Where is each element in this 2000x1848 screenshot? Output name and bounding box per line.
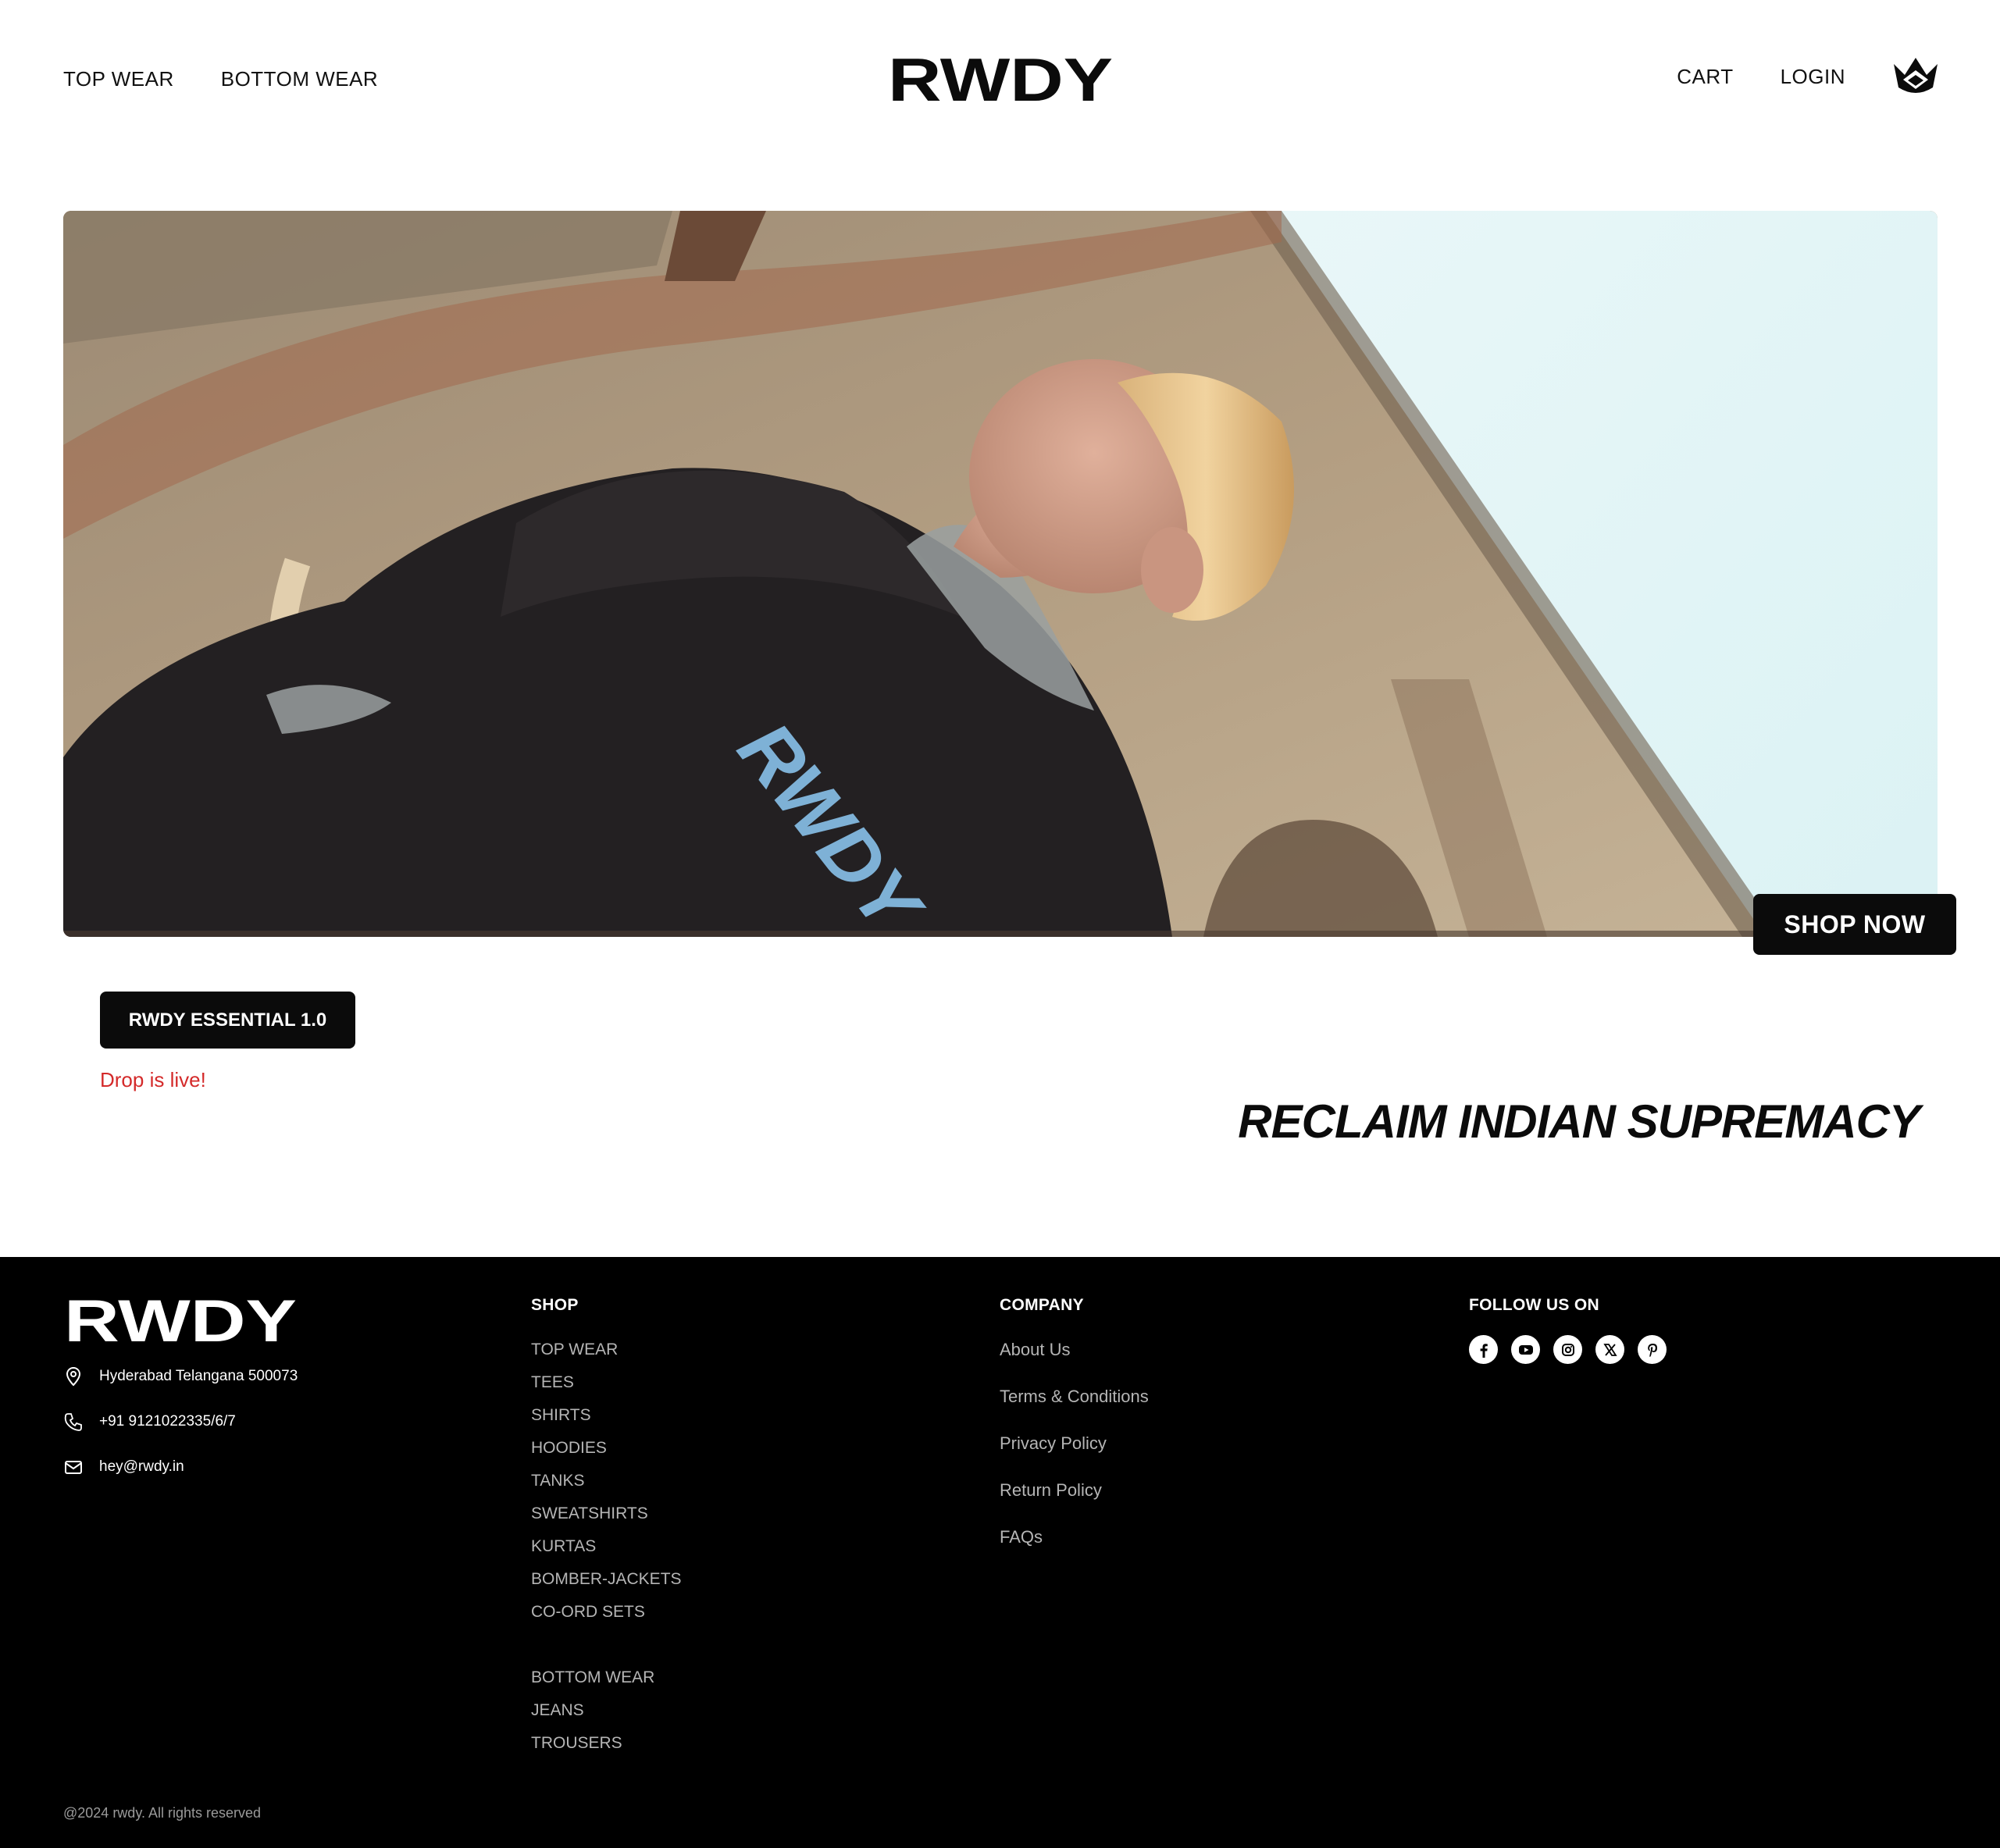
logo-wordmark: RWDY <box>888 53 1113 106</box>
footer-link-about-us[interactable]: About Us <box>1000 1333 1149 1380</box>
nav-bottom-wear[interactable]: BOTTOM WEAR <box>221 67 378 91</box>
company-heading: COMPANY <box>1000 1296 1084 1314</box>
drop-status-text: Drop is live! <box>100 1068 206 1091</box>
footer-link-privacy[interactable]: Privacy Policy <box>1000 1427 1149 1474</box>
shop-links: TOP WEAR TEES SHIRTS HOODIES TANKS SWEAT… <box>531 1333 682 1760</box>
footer-link-tanks[interactable]: TANKS <box>531 1465 682 1497</box>
footer-link-trousers[interactable]: TROUSERS <box>531 1727 682 1760</box>
email-text[interactable]: hey@rwdy.in <box>99 1458 184 1476</box>
shop-now-button[interactable]: SHOP NOW <box>1753 894 1956 955</box>
footer-link-sweatshirts[interactable]: SWEATSHIRTS <box>531 1497 682 1530</box>
contact-email: hey@rwdy.in <box>63 1457 184 1477</box>
copyright-text: @2024 rwdy. All rights reserved <box>63 1805 262 1821</box>
hero-image: RWDY <box>63 211 1938 937</box>
contact-phone: +91 9121022335/6/7 <box>63 1412 236 1432</box>
footer-link-top-wear[interactable]: TOP WEAR <box>531 1333 682 1366</box>
site-header: TOP WEAR BOTTOM WEAR RWDY CART LOGIN <box>0 0 2000 160</box>
crown-icon[interactable] <box>1892 56 1939 97</box>
footer-link-bottom-wear[interactable]: BOTTOM WEAR <box>531 1661 682 1694</box>
footer-logo-wordmark: RWDY <box>64 1294 297 1344</box>
svg-text:RWDY: RWDY <box>888 53 1113 106</box>
footer-link-terms[interactable]: Terms & Conditions <box>1000 1380 1149 1427</box>
mail-icon <box>63 1457 84 1477</box>
footer-link-co-ord-sets[interactable]: CO-ORD SETS <box>531 1596 682 1629</box>
footer-logo[interactable]: RWDY <box>63 1294 298 1344</box>
pinterest-icon[interactable] <box>1638 1335 1667 1364</box>
shop-list-spacer <box>531 1629 682 1661</box>
social-links <box>1469 1335 1667 1364</box>
x-icon[interactable] <box>1595 1335 1624 1364</box>
nav-top-wear[interactable]: TOP WEAR <box>63 67 174 91</box>
footer-link-shirts[interactable]: SHIRTS <box>531 1399 682 1432</box>
footer-link-hoodies[interactable]: HOODIES <box>531 1432 682 1465</box>
footer-link-bomber-jackets[interactable]: BOMBER-JACKETS <box>531 1563 682 1596</box>
login-link[interactable]: LOGIN <box>1781 65 1845 89</box>
site-footer: RWDY Hyderabad Telangana 500073 +91 9121… <box>0 1257 2000 1848</box>
contact-address: Hyderabad Telangana 500073 <box>63 1366 298 1387</box>
location-pin-icon <box>63 1366 84 1387</box>
hero-banner[interactable]: RWDY <box>63 211 1938 937</box>
footer-link-jeans[interactable]: JEANS <box>531 1694 682 1727</box>
svg-text:RWDY: RWDY <box>64 1294 297 1344</box>
account-nav: CART LOGIN <box>1677 56 1939 97</box>
footer-link-kurtas[interactable]: KURTAS <box>531 1530 682 1563</box>
youtube-icon[interactable] <box>1511 1335 1540 1364</box>
phone-icon <box>63 1412 84 1432</box>
address-text: Hyderabad Telangana 500073 <box>99 1368 298 1384</box>
company-links: About Us Terms & Conditions Privacy Poli… <box>1000 1333 1149 1568</box>
phone-text[interactable]: +91 9121022335/6/7 <box>99 1413 236 1430</box>
facebook-icon[interactable] <box>1469 1335 1498 1364</box>
instagram-icon[interactable] <box>1553 1335 1582 1364</box>
site-logo[interactable]: RWDY <box>887 53 1114 106</box>
footer-link-faqs[interactable]: FAQs <box>1000 1521 1149 1568</box>
cart-link[interactable]: CART <box>1677 65 1733 89</box>
primary-nav: TOP WEAR BOTTOM WEAR <box>63 67 378 91</box>
footer-link-tees[interactable]: TEES <box>531 1366 682 1399</box>
footer-link-returns[interactable]: Return Policy <box>1000 1474 1149 1521</box>
shop-heading: SHOP <box>531 1296 579 1314</box>
tagline-heading: RECLAIM INDIAN SUPREMACY <box>1238 1095 1920 1148</box>
follow-heading: FOLLOW US ON <box>1469 1296 1599 1314</box>
rwdy-essential-button[interactable]: RWDY ESSENTIAL 1.0 <box>100 992 355 1049</box>
